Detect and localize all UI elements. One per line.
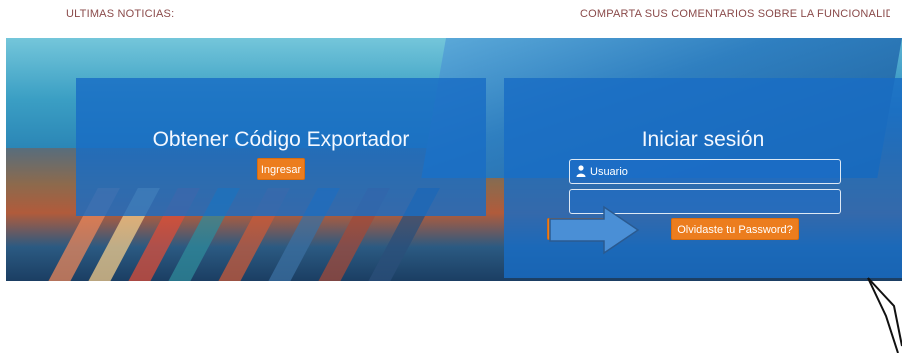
forgot-password-button[interactable]: Olvidaste tu Password? [671, 218, 799, 240]
annotation-arrow-icon [549, 205, 640, 255]
exporter-panel-title: Obtener Código Exportador [152, 128, 410, 151]
news-label: ULTIMAS NOTICIAS: [66, 8, 175, 20]
user-icon [576, 165, 586, 177]
feedback-link[interactable]: COMPARTA SUS COMENTARIOS SOBRE LA FUNCIO… [580, 8, 890, 20]
mouse-pointer-icon [867, 277, 902, 353]
exporter-ingresar-button[interactable]: Ingresar [257, 158, 305, 180]
username-input[interactable] [569, 159, 841, 184]
login-panel-title: Iniciar sesión [641, 128, 765, 151]
exporter-code-panel: Obtener Código Exportador Ingresar [76, 78, 486, 216]
